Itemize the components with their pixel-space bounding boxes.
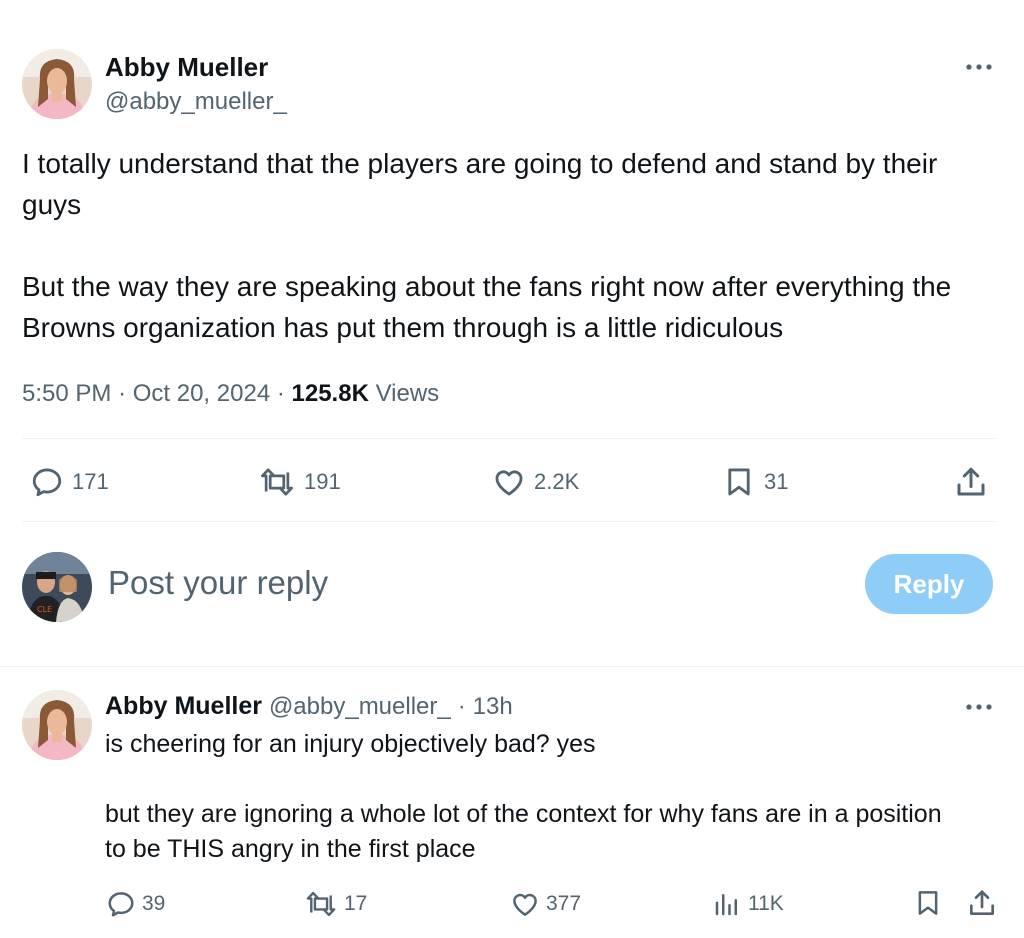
reply-button[interactable]: 171 — [30, 465, 109, 499]
reply-text: is cheering for an injury objectively ba… — [105, 730, 942, 863]
share-button[interactable] — [953, 464, 997, 500]
author-avatar[interactable] — [22, 49, 92, 119]
share-icon — [970, 890, 994, 915]
reply-author-handle[interactable]: @abby_mueller_ — [269, 693, 451, 720]
heart-icon — [495, 470, 523, 496]
bookmark-button[interactable]: 31 — [722, 465, 788, 499]
tweet-meta: 5:50 PM · Oct 20, 2024 · 125.8K Views — [22, 380, 439, 408]
repost-count: 191 — [304, 469, 341, 494]
author-handle[interactable]: @abby_mueller_ — [105, 88, 287, 116]
reply-views-count: 11K — [748, 892, 784, 915]
tweet-date[interactable]: Oct 20, 2024 — [133, 380, 270, 407]
reply-time[interactable]: 13h — [473, 693, 513, 720]
bookmark-count: 31 — [764, 469, 789, 494]
tweet-time[interactable]: 5:50 PM — [22, 380, 111, 407]
reply-bookmark-button[interactable] — [913, 888, 949, 918]
reply-reply-count: 39 — [142, 892, 166, 915]
reply-icon — [32, 468, 62, 497]
divider — [22, 521, 996, 522]
reply-share-button[interactable] — [966, 887, 1004, 919]
current-user-avatar[interactable]: CLE — [22, 552, 92, 622]
like-count: 2.2K — [534, 469, 580, 494]
reply-repost-button[interactable]: 17 — [304, 889, 367, 919]
meta-separator: · — [276, 380, 292, 407]
heart-icon — [513, 893, 537, 916]
repost-button[interactable]: 191 — [258, 465, 341, 499]
author-name[interactable]: Abby Mueller — [105, 52, 268, 83]
divider — [0, 666, 1024, 667]
bookmark-icon — [728, 468, 750, 496]
more-icon[interactable] — [964, 52, 994, 89]
repost-icon — [306, 891, 336, 917]
reply-author-name[interactable]: Abby Mueller — [105, 692, 262, 720]
svg-text:CLE: CLE — [37, 605, 52, 614]
reply-repost-count: 17 — [344, 892, 368, 915]
analytics-icon — [715, 894, 737, 916]
tweet-text: I totally understand that the players ar… — [22, 148, 952, 343]
reply-submit-button[interactable]: Reply — [865, 554, 993, 614]
reply-like-count: 377 — [546, 892, 582, 915]
reply-like-button[interactable]: 377 — [510, 889, 581, 919]
reply-separator: · — [457, 693, 466, 720]
reply-reply-button[interactable]: 39 — [106, 889, 165, 919]
like-button[interactable]: 2.2K — [492, 465, 579, 499]
bookmark-icon — [918, 891, 938, 915]
reply-count: 171 — [72, 469, 109, 494]
views-count: 125.8K — [291, 380, 369, 407]
reply-input[interactable]: Post your reply — [108, 564, 328, 602]
reply-header: Abby Mueller @abby_mueller_ · 13h — [105, 692, 513, 721]
views-label: Views — [375, 380, 440, 407]
meta-separator: · — [118, 380, 133, 407]
more-icon[interactable] — [964, 692, 994, 729]
divider — [22, 438, 996, 439]
share-icon — [957, 467, 985, 496]
reply-author-avatar[interactable] — [22, 690, 92, 760]
reply-icon — [108, 892, 134, 917]
repost-icon — [260, 468, 294, 496]
reply-views-button[interactable]: 11K — [712, 889, 784, 919]
